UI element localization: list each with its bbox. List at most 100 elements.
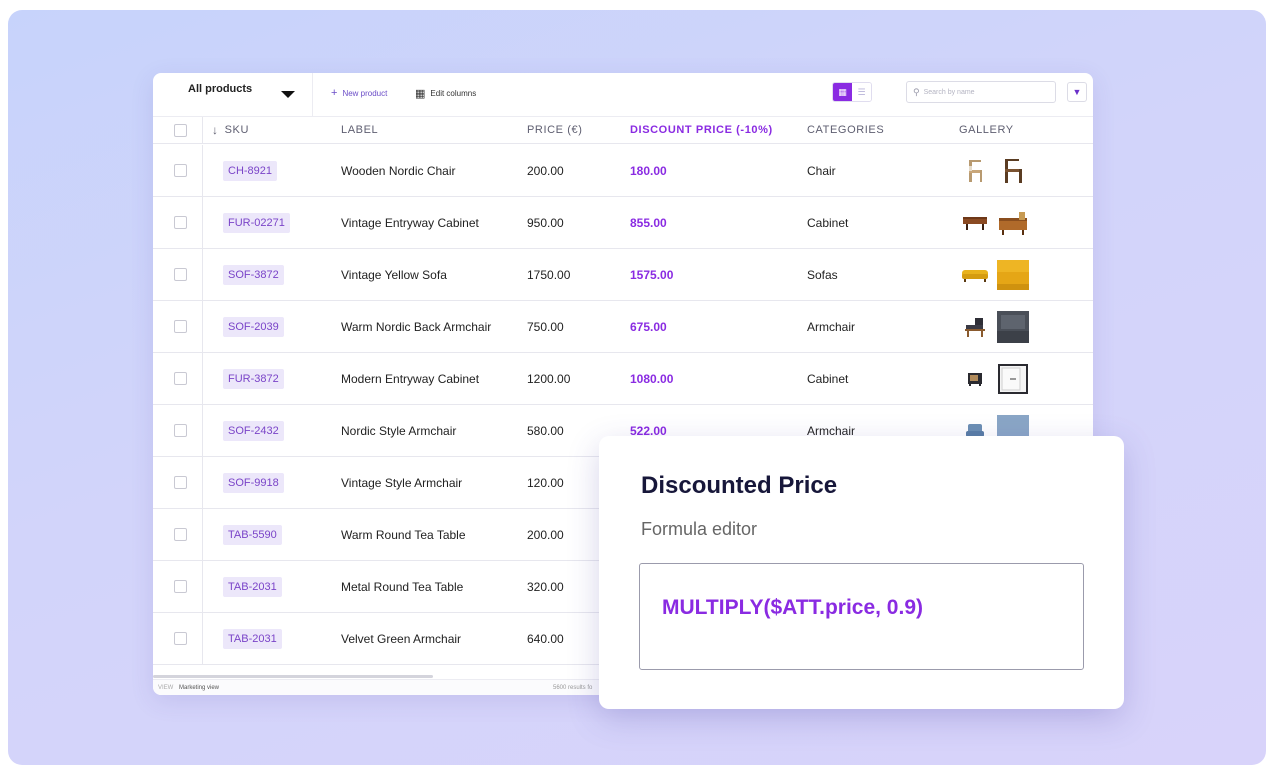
product-price: 580.00 <box>527 423 564 438</box>
product-price: 320.00 <box>527 579 564 594</box>
row-checkbox[interactable] <box>174 372 187 385</box>
product-price: 200.00 <box>527 527 564 542</box>
view-toggle: ▦ ☰ <box>832 82 872 102</box>
search-placeholder: Search by name <box>923 88 975 96</box>
edit-columns-label: Edit columns <box>430 88 477 98</box>
armchair-thumbnail[interactable] <box>997 310 1029 343</box>
column-header-categories[interactable]: CATEGORIES <box>807 117 884 143</box>
column-divider <box>202 301 203 352</box>
column-divider <box>202 613 203 664</box>
editor-title: Discounted Price <box>641 472 838 499</box>
column-divider <box>202 561 203 612</box>
product-label: Warm Round Tea Table <box>341 527 466 542</box>
column-divider <box>202 509 203 560</box>
row-checkbox[interactable] <box>174 528 187 541</box>
cabinet-thumbnail[interactable] <box>997 207 1029 239</box>
saved-view-name[interactable]: Marketing view <box>179 685 219 691</box>
chair-thumbnail[interactable] <box>997 155 1029 187</box>
caret-down-icon <box>281 91 295 98</box>
sku-chip[interactable]: SOF-2432 <box>223 420 284 441</box>
column-divider <box>202 197 203 248</box>
sku-chip[interactable]: FUR-02271 <box>223 212 290 233</box>
product-price: 950.00 <box>527 215 564 230</box>
product-label: Wooden Nordic Chair <box>341 163 456 178</box>
search-input[interactable]: ⚲ Search by name <box>906 81 1056 103</box>
sofa-thumbnail[interactable] <box>959 259 991 291</box>
product-price: 200.00 <box>527 163 564 178</box>
product-category: Armchair <box>807 319 856 334</box>
formula-input[interactable]: MULTIPLY($ATT.price, 0.9) <box>639 563 1084 670</box>
sku-chip[interactable]: TAB-2031 <box>223 628 282 649</box>
product-label: Vintage Style Armchair <box>341 475 463 490</box>
column-header-price[interactable]: PRICE (€) <box>527 117 583 143</box>
column-header-sku[interactable]: ↓ SKU <box>212 117 249 143</box>
product-gallery <box>959 301 1035 352</box>
select-all-checkbox[interactable] <box>174 123 187 137</box>
row-checkbox[interactable] <box>174 216 187 229</box>
cabinet-thumbnail[interactable] <box>959 363 991 395</box>
new-product-label: New product <box>342 88 388 98</box>
cabinet-thumbnail[interactable] <box>997 363 1029 395</box>
table-row[interactable]: CH-8921 Wooden Nordic Chair 200.00 180.0… <box>153 145 1093 197</box>
table-header: ↓ SKU LABEL PRICE (€) DISCOUNT PRICE (-1… <box>153 117 1093 144</box>
table-row[interactable]: FUR-3872 Modern Entryway Cabinet 1200.00… <box>153 353 1093 405</box>
table-row[interactable]: SOF-3872 Vintage Yellow Sofa 1750.00 157… <box>153 249 1093 301</box>
product-label: Warm Nordic Back Armchair <box>341 319 492 334</box>
view-caption: VIEW <box>158 685 174 691</box>
row-checkbox[interactable] <box>174 580 187 593</box>
toolbar: All products + New product ▦ Edit column… <box>153 73 1093 117</box>
table-row[interactable]: SOF-2039 Warm Nordic Back Armchair 750.0… <box>153 301 1093 353</box>
sort-arrow-down-icon: ↓ <box>212 123 219 137</box>
editor-subtitle: Formula editor <box>641 519 758 539</box>
columns-icon: ▦ <box>415 87 426 100</box>
sku-chip[interactable]: TAB-5590 <box>223 524 282 545</box>
product-price: 750.00 <box>527 319 564 334</box>
row-checkbox[interactable] <box>174 164 187 177</box>
product-category: Cabinet <box>807 371 849 386</box>
row-checkbox[interactable] <box>174 268 187 281</box>
filter-button[interactable]: ▼ <box>1067 82 1087 102</box>
plus-icon: + <box>331 87 338 99</box>
sku-chip[interactable]: SOF-3872 <box>223 264 284 285</box>
sku-chip[interactable]: SOF-9918 <box>223 472 284 493</box>
formula-editor-panel: Discounted Price Formula editor MULTIPLY… <box>599 436 1124 709</box>
product-discount-price: 855.00 <box>630 215 667 230</box>
column-divider <box>202 117 203 143</box>
row-checkbox[interactable] <box>174 320 187 333</box>
column-divider <box>202 145 203 196</box>
product-category: Cabinet <box>807 215 849 230</box>
product-gallery <box>959 197 1035 248</box>
product-discount-price: 675.00 <box>630 319 667 334</box>
product-label: Nordic Style Armchair <box>341 423 457 438</box>
horizontal-scrollbar[interactable] <box>153 675 433 678</box>
row-checkbox[interactable] <box>174 476 187 489</box>
product-label: Vintage Yellow Sofa <box>341 267 447 282</box>
results-count: 5600 results fo <box>553 685 593 691</box>
cabinet-thumbnail[interactable] <box>959 207 991 239</box>
sofa-thumbnail[interactable] <box>997 259 1029 291</box>
sku-chip[interactable]: CH-8921 <box>223 160 278 181</box>
sku-chip[interactable]: SOF-2039 <box>223 316 284 337</box>
product-price: 640.00 <box>527 631 564 646</box>
sku-chip[interactable]: FUR-3872 <box>223 368 284 389</box>
table-row[interactable]: FUR-02271 Vintage Entryway Cabinet 950.0… <box>153 197 1093 249</box>
armchair-thumbnail[interactable] <box>959 311 991 343</box>
product-label: Metal Round Tea Table <box>341 579 464 594</box>
product-label: Velvet Green Armchair <box>341 631 462 646</box>
product-label: Vintage Entryway Cabinet <box>341 215 479 230</box>
row-checkbox[interactable] <box>174 632 187 645</box>
row-checkbox[interactable] <box>174 424 187 437</box>
column-header-gallery[interactable]: GALLERY <box>959 117 1014 143</box>
column-divider <box>202 405 203 456</box>
new-product-button[interactable]: + New product <box>331 85 387 101</box>
sku-chip[interactable]: TAB-2031 <box>223 576 282 597</box>
product-category: Chair <box>807 163 836 178</box>
gallery-view-icon[interactable]: ▦ <box>833 83 852 101</box>
column-header-label[interactable]: LABEL <box>341 117 378 143</box>
chair-thumbnail[interactable] <box>959 155 991 187</box>
view-selector-dropdown[interactable]: All products <box>153 73 313 117</box>
column-header-discount-price[interactable]: DISCOUNT PRICE (-10%) <box>630 117 773 143</box>
list-view-icon[interactable]: ☰ <box>852 83 871 101</box>
edit-columns-button[interactable]: ▦ Edit columns <box>415 85 476 101</box>
product-label: Modern Entryway Cabinet <box>341 371 480 386</box>
